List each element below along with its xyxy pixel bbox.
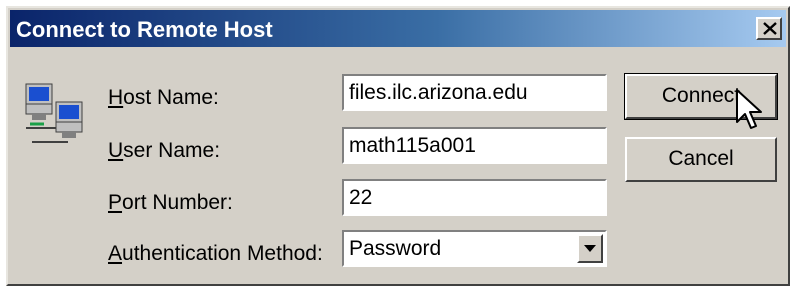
authentication-method-label: Authentication Method: xyxy=(108,242,323,265)
close-icon xyxy=(763,22,777,35)
connect-dialog: Connect to Remote Host Host Name: User N… xyxy=(6,6,790,286)
port-number-value: 22 xyxy=(349,186,373,209)
port-number-label: Port Number: xyxy=(108,191,233,214)
authentication-method-value: Password xyxy=(349,237,442,260)
host-name-value: files.ilc.arizona.edu xyxy=(349,81,528,104)
user-name-field[interactable]: math115a001 xyxy=(342,127,607,164)
chevron-down-icon xyxy=(584,245,596,252)
port-number-field[interactable]: 22 xyxy=(342,179,607,216)
dropdown-button[interactable] xyxy=(577,234,603,263)
authentication-method-select[interactable]: Password xyxy=(342,230,607,267)
window-title: Connect to Remote Host xyxy=(16,17,273,42)
network-computers-icon xyxy=(25,83,83,143)
title-bar[interactable]: Connect to Remote Host xyxy=(10,10,786,47)
host-name-label: Host Name: xyxy=(108,86,219,109)
user-name-value: math115a001 xyxy=(349,134,476,157)
cancel-button[interactable]: Cancel xyxy=(625,137,777,182)
user-name-label: User Name: xyxy=(108,139,221,162)
host-name-field[interactable]: files.ilc.arizona.edu xyxy=(342,74,607,111)
mouse-cursor-icon xyxy=(736,89,762,129)
close-button[interactable] xyxy=(756,17,782,40)
